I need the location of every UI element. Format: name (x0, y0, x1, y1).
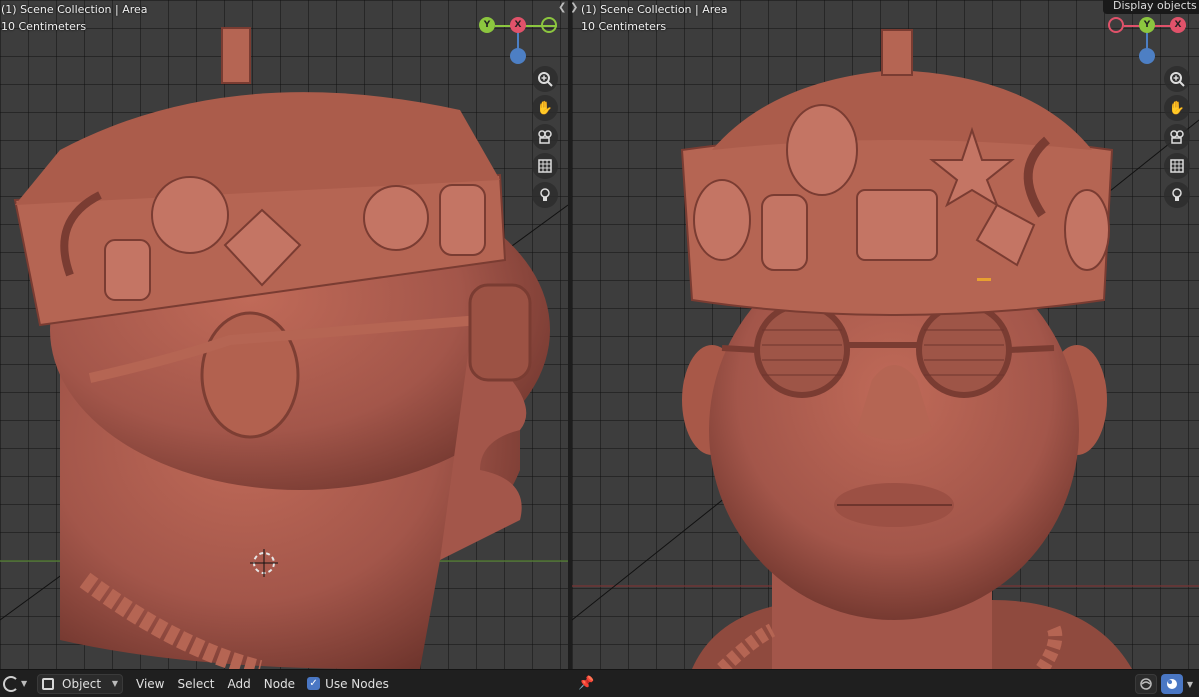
pan-hand-icon[interactable]: ✋ (1164, 95, 1190, 121)
navigation-gizmo[interactable]: Y X (1104, 14, 1194, 66)
x-axis-ball[interactable]: X (1170, 17, 1186, 33)
zoom-icon[interactable] (532, 66, 558, 92)
viewport-info: (1) Scene Collection | Area 10 Centimete… (581, 3, 728, 34)
tooltip: Display objects w (1103, 0, 1199, 14)
nav-tools: ✋ (532, 66, 560, 211)
grid-toggle-icon[interactable] (532, 153, 558, 179)
menu-add[interactable]: Add (228, 677, 251, 691)
overlay-toggle-icon[interactable] (1134, 674, 1157, 694)
chevron-down-icon: ▼ (21, 679, 28, 688)
viewport-left[interactable]: (1) Scene Collection | Area 10 Centimete… (0, 0, 568, 669)
editor-header: ▼ Object ▼ View Select Add Node ✓ Use No… (0, 669, 1199, 697)
viewport-display-tools: ▼ (1131, 674, 1193, 694)
pan-hand-icon[interactable]: ✋ (532, 95, 558, 121)
collection-label: (1) Scene Collection | Area (1, 3, 148, 16)
camera-view-icon[interactable] (1164, 124, 1190, 150)
grid-toggle-icon[interactable] (1164, 153, 1190, 179)
menu-view[interactable]: View (136, 677, 164, 691)
collection-label: (1) Scene Collection | Area (581, 3, 728, 16)
mode-label: Object (62, 676, 102, 691)
menu-node[interactable]: Node (264, 677, 295, 691)
editor-type-button[interactable]: ▼ (3, 673, 29, 695)
scale-label: 10 Centimeters (1, 20, 87, 33)
light-bulb-icon[interactable] (1164, 182, 1190, 208)
y-axis-ball[interactable]: Y (1139, 17, 1155, 33)
clay-bust-side-view (0, 27, 568, 669)
light-bulb-icon[interactable] (532, 182, 558, 208)
z-axis-ball[interactable] (1139, 48, 1155, 64)
clay-bust-front-view (572, 29, 1199, 669)
viewport-info: (1) Scene Collection | Area 10 Centimete… (1, 3, 148, 34)
pin-icon[interactable]: 📌 (578, 676, 594, 691)
collapse-left-arrow[interactable]: ❮ (558, 2, 566, 13)
collapse-right-arrow[interactable]: ❯ (572, 2, 578, 13)
neg-x-axis-ball[interactable] (1108, 17, 1124, 33)
camera-view-icon[interactable] (532, 124, 558, 150)
use-nodes-checkbox[interactable]: ✓ (307, 677, 321, 690)
y-axis-ball[interactable]: Y (479, 17, 495, 33)
chevron-down-icon[interactable]: ▼ (1187, 680, 1193, 689)
object-mode-icon (42, 677, 54, 690)
object-mode-dropdown[interactable]: Object ▼ (37, 673, 123, 694)
navigation-gizmo[interactable]: Y X (475, 14, 565, 66)
zoom-icon[interactable] (1164, 66, 1190, 92)
z-axis-ball[interactable] (510, 48, 526, 64)
nav-tools: ✋ (1164, 66, 1192, 211)
scale-label: 10 Centimeters (581, 20, 667, 33)
neg-y-axis-ball[interactable] (541, 17, 557, 33)
chevron-down-icon: ▼ (111, 679, 118, 688)
editor-type-icon (3, 675, 19, 692)
menu-select[interactable]: Select (177, 677, 214, 691)
x-axis-ball[interactable]: X (510, 17, 526, 33)
viewport-right[interactable]: (1) Scene Collection | Area 10 Centimete… (572, 0, 1199, 669)
use-nodes-label: Use Nodes (325, 676, 389, 691)
viewport-shading-icon[interactable] (1160, 674, 1183, 694)
